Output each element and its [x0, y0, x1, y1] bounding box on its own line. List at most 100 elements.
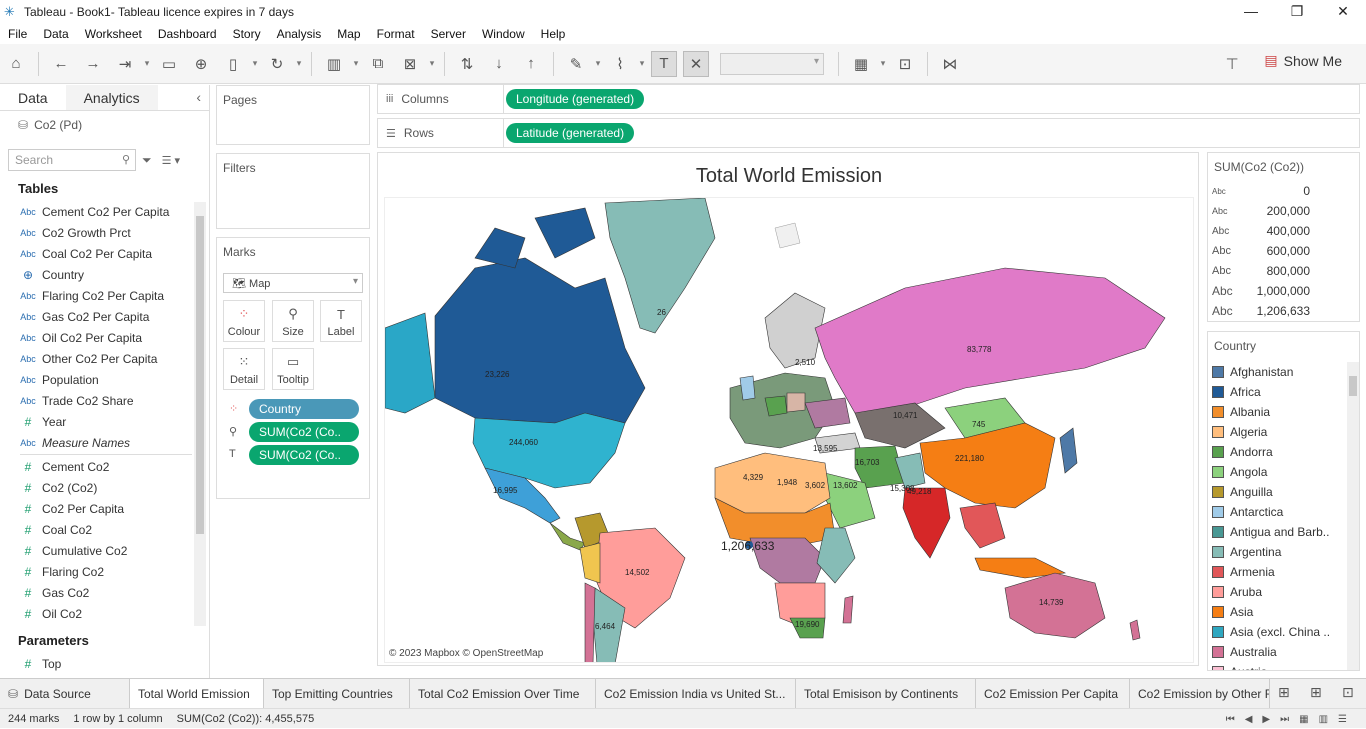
colour-legend-item[interactable]: Asia (excl. China .. — [1208, 622, 1342, 642]
field-item[interactable]: Abc Flaring Co2 Per Capita — [14, 285, 192, 306]
size-legend-item[interactable]: Abc 600,000 — [1208, 241, 1359, 261]
datasource-item[interactable]: ⛁ Co2 (Pd) — [0, 111, 209, 139]
fit-dropdown[interactable] — [720, 52, 824, 75]
map[interactable]: 26 23,226 244,060 16,995 83,778 10,471 7… — [384, 197, 1194, 663]
field-item[interactable]: # Cement Co2 — [14, 456, 192, 477]
collapse-pane-icon[interactable]: ‹ — [188, 85, 209, 110]
close-button[interactable]: ✕ — [1320, 0, 1366, 24]
tab-top-emitting-countries[interactable]: Top Emitting Countries — [264, 678, 410, 709]
last-sheet-icon[interactable]: ⏭ — [1280, 714, 1289, 725]
sort-ascending-icon[interactable]: ↓ — [486, 51, 512, 77]
field-item[interactable]: # Cumulative Co2 — [14, 540, 192, 561]
tooltip-button[interactable]: ▭ Tooltip — [272, 348, 314, 390]
size-button[interactable]: ⚲ Size — [272, 300, 314, 342]
highlight-icon[interactable]: ✎ — [563, 51, 589, 77]
tab-total-world-emission[interactable]: Total World Emission — [130, 678, 264, 709]
new-worksheet-icon[interactable]: ▥ — [321, 51, 347, 77]
filter-icon[interactable]: ⏷ — [142, 153, 152, 168]
menu-data[interactable]: Data — [35, 27, 76, 41]
field-item[interactable]: Abc Population — [14, 369, 192, 390]
group-dropdown-icon[interactable]: ▾ — [636, 51, 648, 77]
clear-dropdown-icon[interactable]: ▾ — [426, 51, 438, 77]
field-item[interactable]: # Coal Co2 — [14, 519, 192, 540]
highlight-dropdown-icon[interactable]: ▾ — [592, 51, 604, 77]
tab-analytics[interactable]: Analytics — [65, 85, 158, 110]
colour-legend-item[interactable]: Armenia — [1208, 562, 1342, 582]
colour-legend-item[interactable]: Afghanistan — [1208, 362, 1342, 382]
duplicate-icon[interactable]: ⧉ — [365, 51, 391, 77]
colour-legend-scrollbar[interactable] — [1347, 362, 1359, 670]
field-item[interactable]: # Co2 (Co2) — [14, 477, 192, 498]
field-item[interactable]: Abc Other Co2 Per Capita — [14, 348, 192, 369]
filters-card[interactable]: Filters — [216, 153, 370, 229]
pages-card[interactable]: Pages — [216, 85, 370, 145]
rows-shelf[interactable]: ☰ Rows Latitude (generated) — [377, 118, 1360, 148]
search-input[interactable]: Search ⚲ — [8, 149, 136, 171]
fix-axes-icon[interactable]: ✕ — [683, 50, 709, 77]
menu-server[interactable]: Server — [423, 27, 474, 41]
field-item[interactable]: Abc Coal Co2 Per Capita — [14, 243, 192, 264]
pause-dropdown-icon[interactable]: ▾ — [249, 51, 261, 77]
tab-india-vs-us[interactable]: Co2 Emission India vs United St... — [596, 678, 796, 709]
tab-by-other[interactable]: Co2 Emission by Other F — [1130, 678, 1270, 709]
undo-icon[interactable]: ← — [48, 51, 74, 77]
show-cards-icon[interactable]: ▦ — [848, 51, 874, 77]
field-item[interactable]: # Top — [14, 653, 192, 674]
share-icon[interactable]: ⋈ — [937, 51, 963, 77]
field-item[interactable]: Abc Gas Co2 Per Capita — [14, 306, 192, 327]
restore-button[interactable]: ❐ — [1274, 0, 1320, 24]
field-item[interactable]: Abc Cement Co2 Per Capita — [14, 201, 192, 222]
colour-legend-item[interactable]: Africa — [1208, 382, 1342, 402]
size-legend-item[interactable]: Abc 400,000 — [1208, 221, 1359, 241]
menu-file[interactable]: File — [0, 27, 35, 41]
country-colour-pill[interactable]: Country — [249, 399, 359, 419]
show-me-button[interactable]: ▤ Show Me — [1264, 52, 1342, 69]
size-legend-item[interactable]: Abc 0 — [1208, 181, 1359, 201]
colour-legend-item[interactable]: Argentina — [1208, 542, 1342, 562]
sum-co2-label-pill[interactable]: SUM(Co2 (Co.. — [249, 445, 359, 465]
refresh-dropdown-icon[interactable]: ▾ — [293, 51, 305, 77]
next-sheet-icon[interactable]: ▶ — [1262, 714, 1270, 725]
colour-legend-item[interactable]: Algeria — [1208, 422, 1342, 442]
prev-sheet-icon[interactable]: ◀ — [1245, 714, 1253, 725]
field-item[interactable]: # Oil Co2 — [14, 603, 192, 624]
menu-window[interactable]: Window — [474, 27, 533, 41]
save-icon[interactable]: ▭ — [156, 51, 182, 77]
new-story-tab-icon[interactable]: ⊡ — [1342, 684, 1354, 701]
clear-sheet-icon[interactable]: ⊠ — [397, 51, 423, 77]
detail-button[interactable]: ⁙ Detail — [223, 348, 265, 390]
field-item[interactable]: Abc Co2 Growth Prct — [14, 222, 192, 243]
field-item[interactable]: Abc Measure Names — [14, 432, 192, 453]
home-icon[interactable]: ⌂ — [3, 51, 29, 77]
colour-legend-item[interactable]: Austria — [1208, 662, 1342, 670]
tab-data[interactable]: Data — [0, 85, 66, 110]
tab-by-continents[interactable]: Total Emisison by Continents — [796, 678, 976, 709]
field-list-scrollbar[interactable] — [194, 202, 206, 626]
new-worksheet-tab-icon[interactable]: ⊞ — [1278, 684, 1290, 701]
size-legend-item[interactable]: Abc 800,000 — [1208, 261, 1359, 281]
new-worksheet-dropdown-icon[interactable]: ▾ — [350, 51, 362, 77]
field-item[interactable]: # Co2 Per Capita — [14, 498, 192, 519]
replay-dropdown-icon[interactable]: ▾ — [141, 51, 153, 77]
field-item[interactable]: # Year — [14, 411, 192, 432]
colour-legend-item[interactable]: Aruba — [1208, 582, 1342, 602]
swap-rows-columns-icon[interactable]: ⇅ — [454, 51, 480, 77]
new-datasource-icon[interactable]: ⊕ — [188, 51, 214, 77]
menu-story[interactable]: Story — [225, 27, 269, 41]
menu-help[interactable]: Help — [533, 27, 574, 41]
replay-icon[interactable]: ⇥ — [112, 51, 138, 77]
menu-map[interactable]: Map — [329, 27, 368, 41]
size-legend-item[interactable]: Abc 1,000,000 — [1208, 281, 1359, 301]
pause-updates-icon[interactable]: ▯ — [220, 51, 246, 77]
longitude-pill[interactable]: Longitude (generated) — [506, 89, 645, 109]
field-item[interactable]: ⊕ Country — [14, 264, 192, 285]
label-button[interactable]: T Label — [320, 300, 362, 342]
field-item[interactable]: Abc Trade Co2 Share — [14, 390, 192, 411]
refresh-icon[interactable]: ↻ — [264, 51, 290, 77]
size-legend-item[interactable]: Abc 1,206,633 — [1208, 301, 1359, 321]
colour-legend-item[interactable]: Albania — [1208, 402, 1342, 422]
view-options-icon[interactable]: ☰ ▾ — [162, 154, 180, 167]
colour-legend-item[interactable]: Angola — [1208, 462, 1342, 482]
colour-legend-item[interactable]: Antarctica — [1208, 502, 1342, 522]
menu-worksheet[interactable]: Worksheet — [77, 27, 150, 41]
